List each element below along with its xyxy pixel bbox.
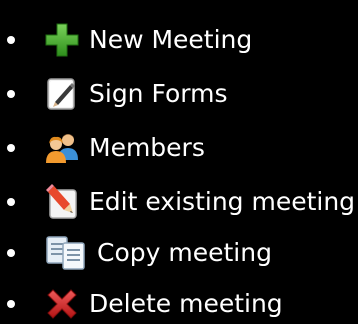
meeting-menu: New Meeting Sign Forms Members Edit exis… [0, 0, 358, 319]
plus-icon [44, 22, 80, 58]
menu-item-label: Delete meeting [89, 289, 283, 318]
menu-item-label: Members [89, 133, 205, 162]
menu-item-sign-forms[interactable]: Sign Forms [0, 74, 358, 114]
bullet [7, 144, 15, 152]
menu-item-copy-meeting[interactable]: Copy meeting [0, 233, 358, 273]
menu-item-edit-existing-meeting[interactable]: Edit existing meeting [0, 182, 358, 222]
bullet [7, 198, 15, 206]
bullet [7, 300, 15, 308]
menu-item-delete-meeting[interactable]: Delete meeting [0, 284, 358, 324]
pen-sign-icon [44, 76, 80, 112]
menu-item-label: Sign Forms [89, 79, 228, 108]
bullet [7, 249, 15, 257]
menu-item-new-meeting[interactable]: New Meeting [0, 20, 358, 60]
bullet [7, 90, 15, 98]
menu-item-label: Edit existing meeting [89, 187, 356, 216]
copy-documents-icon [44, 235, 88, 271]
members-icon [44, 130, 80, 166]
menu-item-label: Copy meeting [97, 238, 272, 267]
menu-item-label: New Meeting [89, 25, 253, 54]
edit-pencil-icon [44, 184, 80, 220]
bullet [7, 36, 15, 44]
menu-item-members[interactable]: Members [0, 128, 358, 168]
